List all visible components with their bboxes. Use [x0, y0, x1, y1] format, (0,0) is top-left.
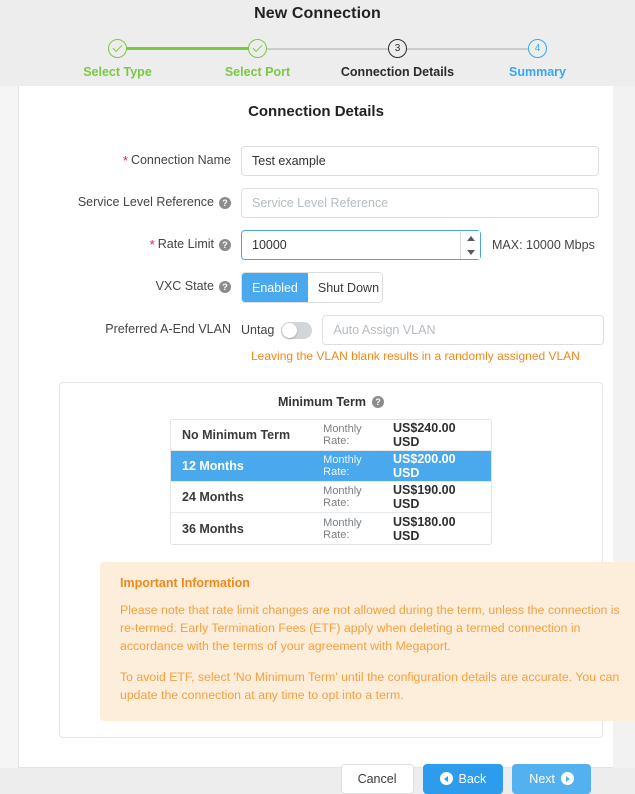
- row-service-level-reference: Service Level Reference ?: [19, 188, 613, 218]
- cancel-button[interactable]: Cancel: [340, 763, 414, 794]
- left-gutter: [0, 86, 18, 768]
- label-text: Rate Limit: [157, 237, 214, 252]
- minimum-term-options-list: No Minimum Term Monthly Rate: US$240.00 …: [170, 419, 492, 545]
- arrow-right-circle-icon: [561, 772, 574, 786]
- term-rate-value: US$180.00 USD: [393, 514, 456, 543]
- rate-limit-stepper: [241, 230, 481, 260]
- rate-limit-input[interactable]: [241, 230, 481, 260]
- stepper-step-label: Select Type: [83, 65, 152, 79]
- stepper-connector-1: [117, 47, 258, 50]
- arrow-left-circle-icon: [439, 772, 453, 786]
- required-asterisk: *: [122, 153, 128, 168]
- minimum-term-title: Minimum Term ?: [60, 395, 602, 409]
- back-button[interactable]: Back: [422, 763, 504, 794]
- progress-stepper: Select Type Select Port 3 Connection Det…: [38, 39, 598, 85]
- rate-limit-label: * Rate Limit ?: [19, 230, 241, 252]
- term-rate-label: Monthly Rate:: [323, 516, 362, 541]
- notice-paragraph-1: Please note that rate limit changes are …: [120, 603, 620, 654]
- term-rate-value: US$190.00 USD: [393, 483, 456, 511]
- step-check-icon: [108, 39, 127, 58]
- help-icon[interactable]: ?: [371, 396, 384, 408]
- service-level-reference-input[interactable]: [241, 188, 599, 218]
- stepper-connector-2: [257, 48, 398, 50]
- term-option-name: 24 Months: [182, 490, 244, 504]
- stepper-step-label: Select Port: [224, 65, 291, 79]
- help-icon[interactable]: ?: [219, 196, 231, 209]
- untag-toggle-switch[interactable]: [281, 322, 313, 339]
- stepper-connector-3: [397, 48, 538, 50]
- term-option-name: No Minimum Term: [182, 428, 291, 442]
- stepper-step-summary[interactable]: 4 Summary: [478, 39, 598, 79]
- minimum-term-panel: Minimum Term ? No Minimum Term Monthly R…: [59, 382, 635, 738]
- required-asterisk: *: [149, 237, 155, 252]
- rate-limit-spinner-buttons[interactable]: [460, 231, 480, 259]
- preferred-a-end-vlan-label: Preferred A-End VLAN: [19, 315, 241, 337]
- important-information-notice: Important Information Please note that r…: [100, 562, 635, 721]
- connection-details-form: * Connection Name Service Level Referenc…: [19, 120, 635, 794]
- rate-limit-max-note: MAX: 10000 Mbps: [492, 238, 595, 252]
- term-rate-value: US$240.00 USD: [393, 421, 456, 449]
- wizard-header: New Connection Select Type Select Port 3…: [0, 0, 635, 86]
- connection-name-label: * Connection Name: [19, 146, 241, 168]
- stepper-step-connection-details[interactable]: 3 Connection Details: [338, 39, 458, 79]
- term-option-name: 36 Months: [182, 521, 244, 536]
- section-title: Connection Details: [248, 103, 384, 120]
- vxc-state-label: VXC State ?: [19, 272, 241, 294]
- label-text: Service Level Reference: [77, 195, 214, 209]
- form-footer: Cancel Back Next: [19, 748, 613, 794]
- vxc-state-toggle-group: Enabled Shut Down: [241, 272, 383, 303]
- page-body: Connection Details * Connection Name Ser…: [0, 86, 635, 794]
- label-text: Preferred A-End VLAN: [105, 322, 231, 336]
- stepper-step-select-port[interactable]: Select Port: [198, 39, 318, 79]
- notice-title: Important Information: [120, 576, 250, 590]
- untag-label: Untag: [241, 323, 275, 337]
- toggle-knob: [282, 323, 298, 338]
- row-preferred-a-end-vlan: Preferred A-End VLAN Untag: [19, 315, 613, 345]
- preferred-a-end-vlan-input[interactable]: [322, 315, 605, 345]
- next-button[interactable]: Next: [512, 763, 591, 794]
- next-button-label: Next: [529, 771, 555, 786]
- term-option-36-months[interactable]: 36 Months Monthly Rate: US$180.00 USD: [171, 513, 491, 544]
- notice-paragraph-2: To avoid ETF, select 'No Minimum Term' u…: [120, 669, 620, 702]
- term-rate-label: Monthly Rate:: [323, 485, 362, 509]
- help-icon[interactable]: ?: [219, 280, 231, 293]
- step-check-icon: [248, 39, 267, 58]
- row-connection-name: * Connection Name: [19, 146, 613, 176]
- term-rate-value: US$200.00 USD: [393, 452, 456, 480]
- vxc-state-option-enabled[interactable]: Enabled: [242, 273, 308, 302]
- back-button-label: Back: [458, 771, 487, 786]
- term-option-no-minimum-term[interactable]: No Minimum Term Monthly Rate: US$240.00 …: [171, 420, 491, 451]
- connection-details-card: Connection Details * Connection Name Ser…: [18, 86, 635, 794]
- help-icon[interactable]: ?: [219, 239, 231, 252]
- step-number-badge: 4: [528, 39, 547, 58]
- term-option-24-months[interactable]: 24 Months Monthly Rate: US$190.00 USD: [171, 482, 491, 513]
- term-rate-label: Monthly Rate:: [323, 454, 362, 478]
- term-option-12-months[interactable]: 12 Months Monthly Rate: US$200.00 USD: [171, 451, 491, 482]
- spinner-up-icon[interactable]: [466, 235, 475, 241]
- stepper-step-select-type[interactable]: Select Type: [58, 39, 178, 79]
- minimum-term-title-text: Minimum Term: [278, 395, 366, 409]
- stepper-step-label: Summary: [509, 65, 566, 79]
- vxc-state-option-shut-down[interactable]: Shut Down: [307, 273, 382, 302]
- connection-name-input[interactable]: [241, 146, 599, 176]
- service-level-reference-label: Service Level Reference ?: [19, 188, 241, 210]
- spinner-down-icon[interactable]: [466, 249, 475, 255]
- term-rate-label: Monthly Rate:: [323, 423, 362, 447]
- row-vxc-state: VXC State ? Enabled Shut Down: [19, 272, 613, 303]
- label-text: VXC State: [155, 279, 214, 293]
- vlan-hint-text: Leaving the VLAN blank results in a rand…: [251, 349, 580, 363]
- page-title: New Connection: [254, 5, 381, 22]
- term-option-name: 12 Months: [182, 459, 244, 473]
- step-number-badge: 3: [388, 39, 407, 58]
- label-text: Connection Name: [130, 153, 231, 168]
- stepper-step-label: Connection Details: [340, 65, 455, 79]
- row-rate-limit: * Rate Limit ? MAX: 10000 Mbps: [19, 230, 613, 260]
